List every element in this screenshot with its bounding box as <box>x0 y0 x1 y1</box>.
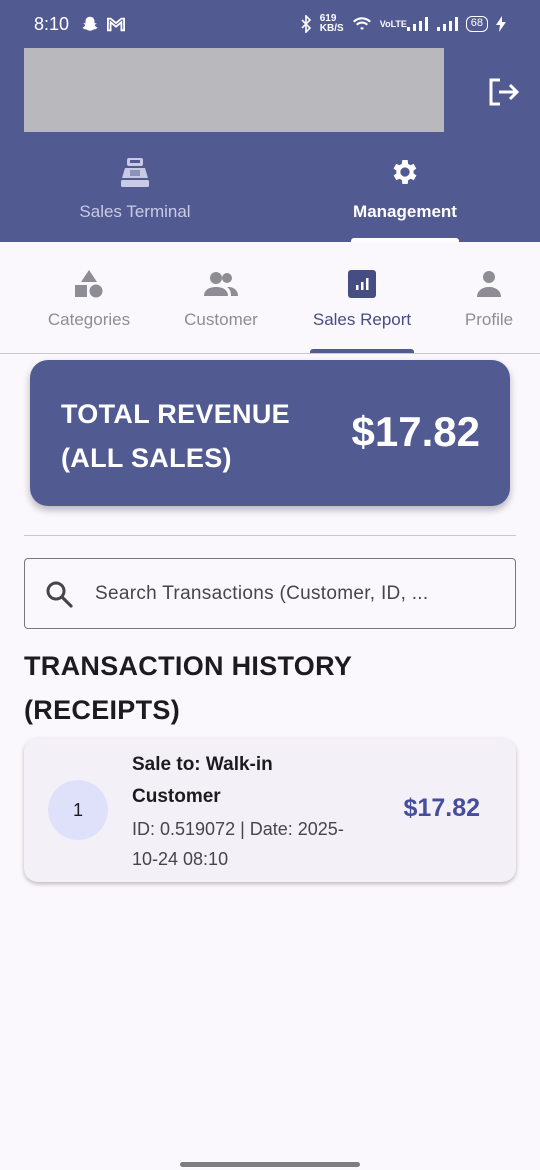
transaction-details: ID: 0.519072 | Date: 2025-10-24 08:10 <box>132 819 344 869</box>
tab-label: Profile <box>464 310 514 329</box>
charging-icon <box>496 16 506 32</box>
bluetooth-icon <box>301 15 311 33</box>
active-sub-tab-indicator <box>310 349 414 353</box>
transaction-amount: $17.82 <box>403 794 480 822</box>
tab-sales-report[interactable]: Sales Report <box>310 268 414 354</box>
tab-management[interactable]: Management <box>270 152 540 242</box>
sub-tab-bar: Categories Customer Sales Report Profile <box>0 242 540 354</box>
tab-label: Management <box>353 202 457 221</box>
transaction-index-avatar: 1 <box>48 780 108 840</box>
signal-icon-2 <box>436 17 458 31</box>
tab-categories[interactable]: Categories <box>45 268 133 354</box>
tab-label: Sales Terminal <box>79 202 191 221</box>
gear-icon <box>389 152 421 192</box>
person-icon <box>475 268 503 300</box>
logout-icon <box>489 78 520 106</box>
home-indicator[interactable] <box>180 1162 360 1167</box>
carrier-label: VoLTE <box>379 18 407 29</box>
tab-customer[interactable]: Customer <box>181 268 261 354</box>
divider <box>24 535 516 536</box>
transaction-history-title: TRANSACTION HISTORY (RECEIPTS) <box>24 651 352 725</box>
snapchat-icon <box>82 16 98 31</box>
battery-indicator: 68 <box>465 16 488 32</box>
tab-sales-terminal[interactable]: Sales Terminal <box>0 152 270 242</box>
cash-register-icon <box>119 152 151 192</box>
gmail-icon <box>107 17 126 32</box>
net-speed: 619 KB/S <box>319 13 344 34</box>
tab-label: Sales Report <box>312 310 412 329</box>
bar-chart-icon <box>348 268 376 300</box>
redacted-header-block <box>24 48 444 132</box>
app-header: Sales Terminal Management <box>0 48 540 242</box>
categories-icon <box>74 268 104 300</box>
tab-label: Categories <box>47 310 131 329</box>
search-field[interactable] <box>24 558 516 629</box>
search-input[interactable] <box>95 582 475 605</box>
tab-profile[interactable]: Profile <box>461 268 517 354</box>
wifi-icon <box>352 17 371 30</box>
logout-button[interactable] <box>484 72 524 112</box>
total-revenue-card: TOTAL REVENUE (ALL SALES) $17.82 <box>30 360 510 506</box>
total-revenue-amount: $17.82 <box>351 408 480 455</box>
tab-label: Customer <box>184 310 258 329</box>
total-revenue-label: TOTAL REVENUE (ALL SALES) <box>61 399 290 473</box>
transaction-card[interactable]: 1 Sale to: Walk-in Customer ID: 0.519072… <box>24 738 516 882</box>
status-bar: 8:10 619 KB/S VoLTE 68 <box>0 0 540 48</box>
status-right: 619 KB/S VoLTE 68 <box>300 14 506 34</box>
status-time: 8:10 <box>34 13 70 34</box>
people-icon <box>203 268 239 300</box>
transaction-title: Sale to: Walk-in Customer <box>132 754 273 807</box>
signal-icon <box>406 17 428 31</box>
notification-icons <box>81 15 126 33</box>
search-icon <box>45 579 75 609</box>
